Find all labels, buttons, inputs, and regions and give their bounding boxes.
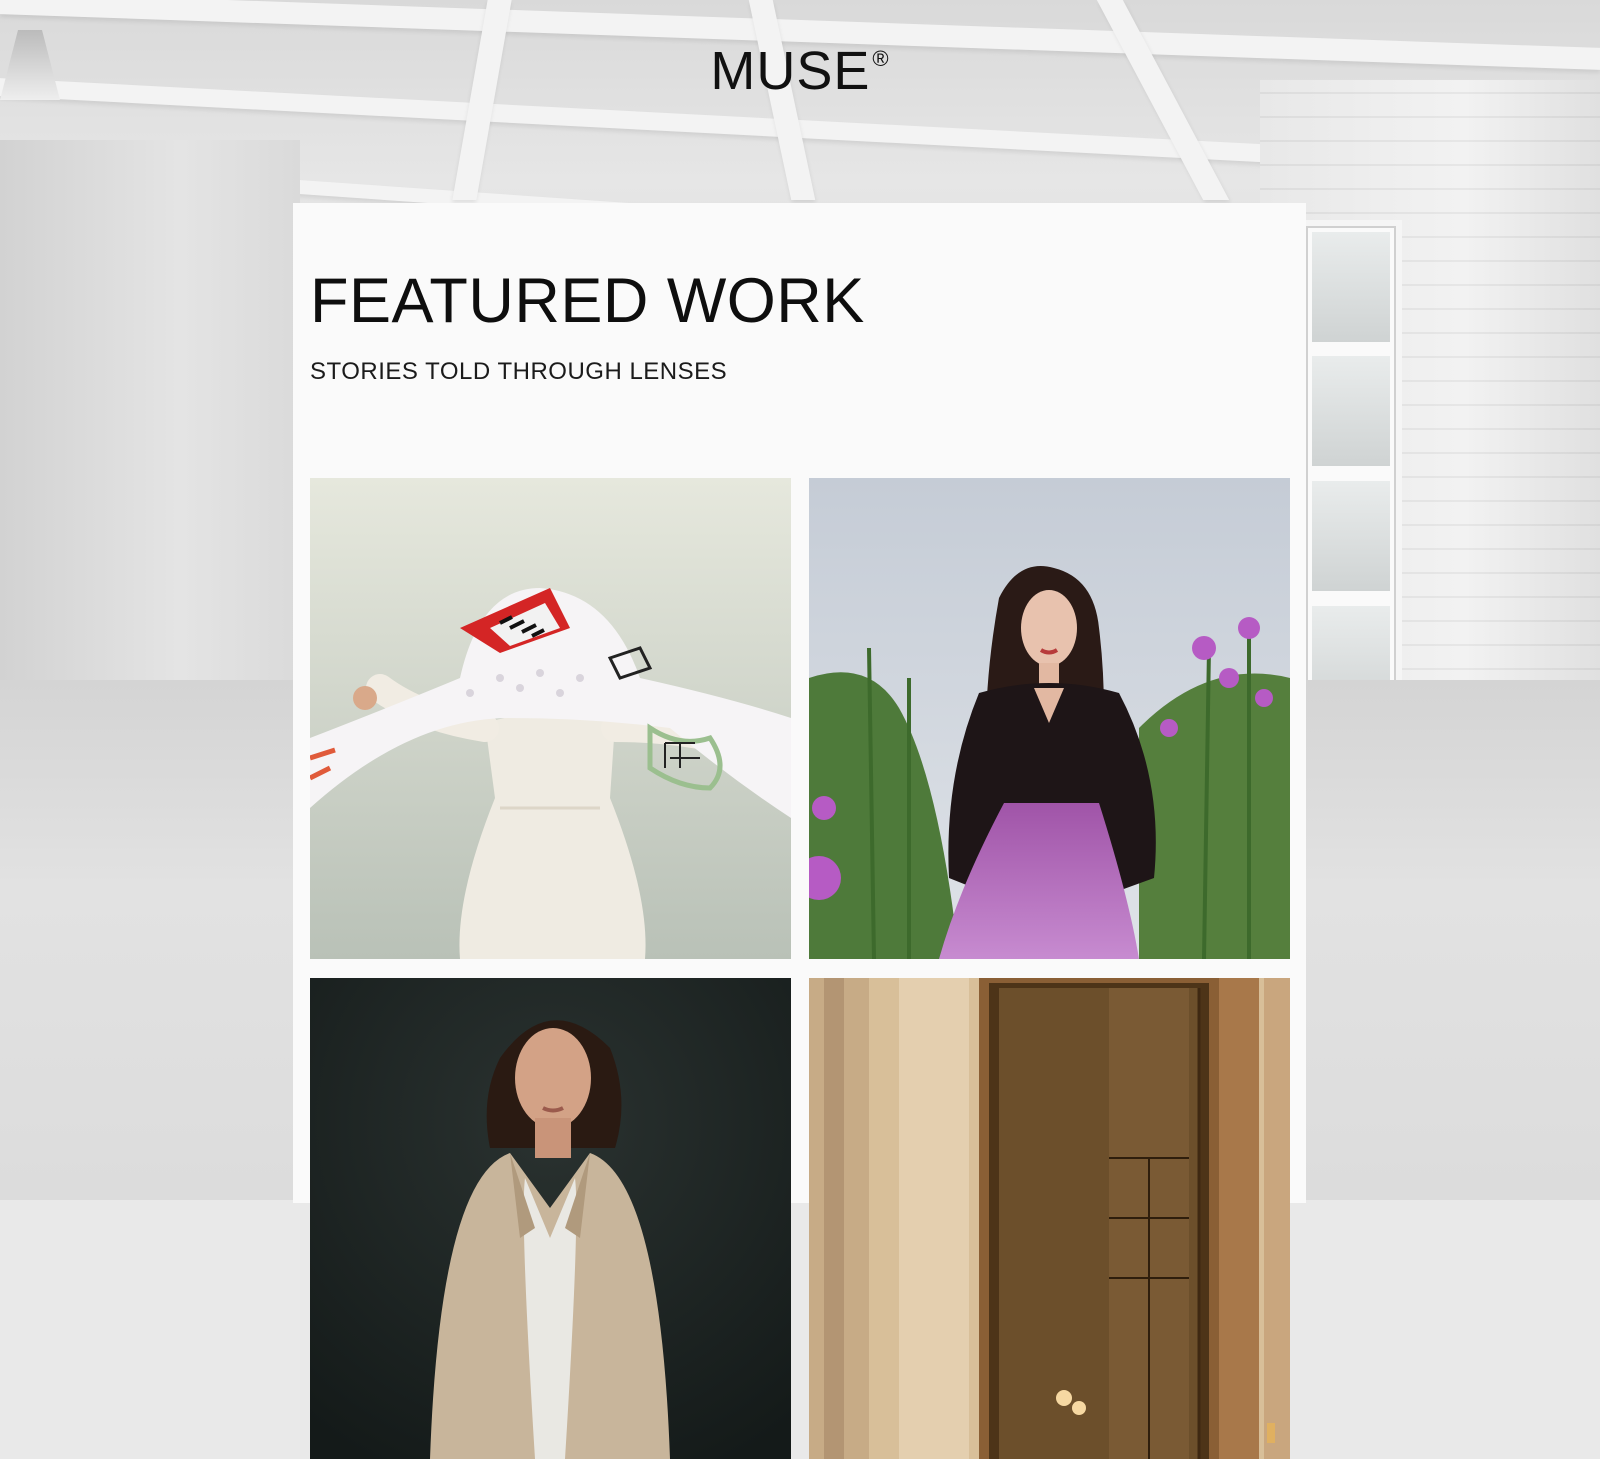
photo-brass-doorway xyxy=(809,978,1290,1459)
section-title: FEATURED WORK xyxy=(310,266,865,336)
section-subtitle: STORIES TOLD THROUGH LENSES xyxy=(310,358,728,385)
featured-work-panel: FEATURED WORK STORIES TOLD THROUGH LENSE… xyxy=(293,203,1306,1459)
gallery-item-brass-doorway[interactable] xyxy=(809,978,1290,1459)
brand-name: MUSE xyxy=(710,41,871,101)
gallery-item-flower-field-portrait[interactable] xyxy=(809,478,1290,959)
photo-scarf-white-dress xyxy=(310,478,791,959)
registered-mark: ® xyxy=(872,46,890,71)
gallery-item-scarf-white-dress[interactable] xyxy=(310,478,791,959)
photo-beige-blazer-portrait xyxy=(310,978,791,1459)
left-wall xyxy=(0,140,300,720)
studio-window xyxy=(1300,220,1402,752)
photo-flower-field-portrait xyxy=(809,478,1290,959)
gallery-grid xyxy=(310,478,1290,1459)
gallery-item-beige-blazer-portrait[interactable] xyxy=(310,978,791,1459)
brand-logo[interactable]: MUSE® xyxy=(0,40,1600,102)
